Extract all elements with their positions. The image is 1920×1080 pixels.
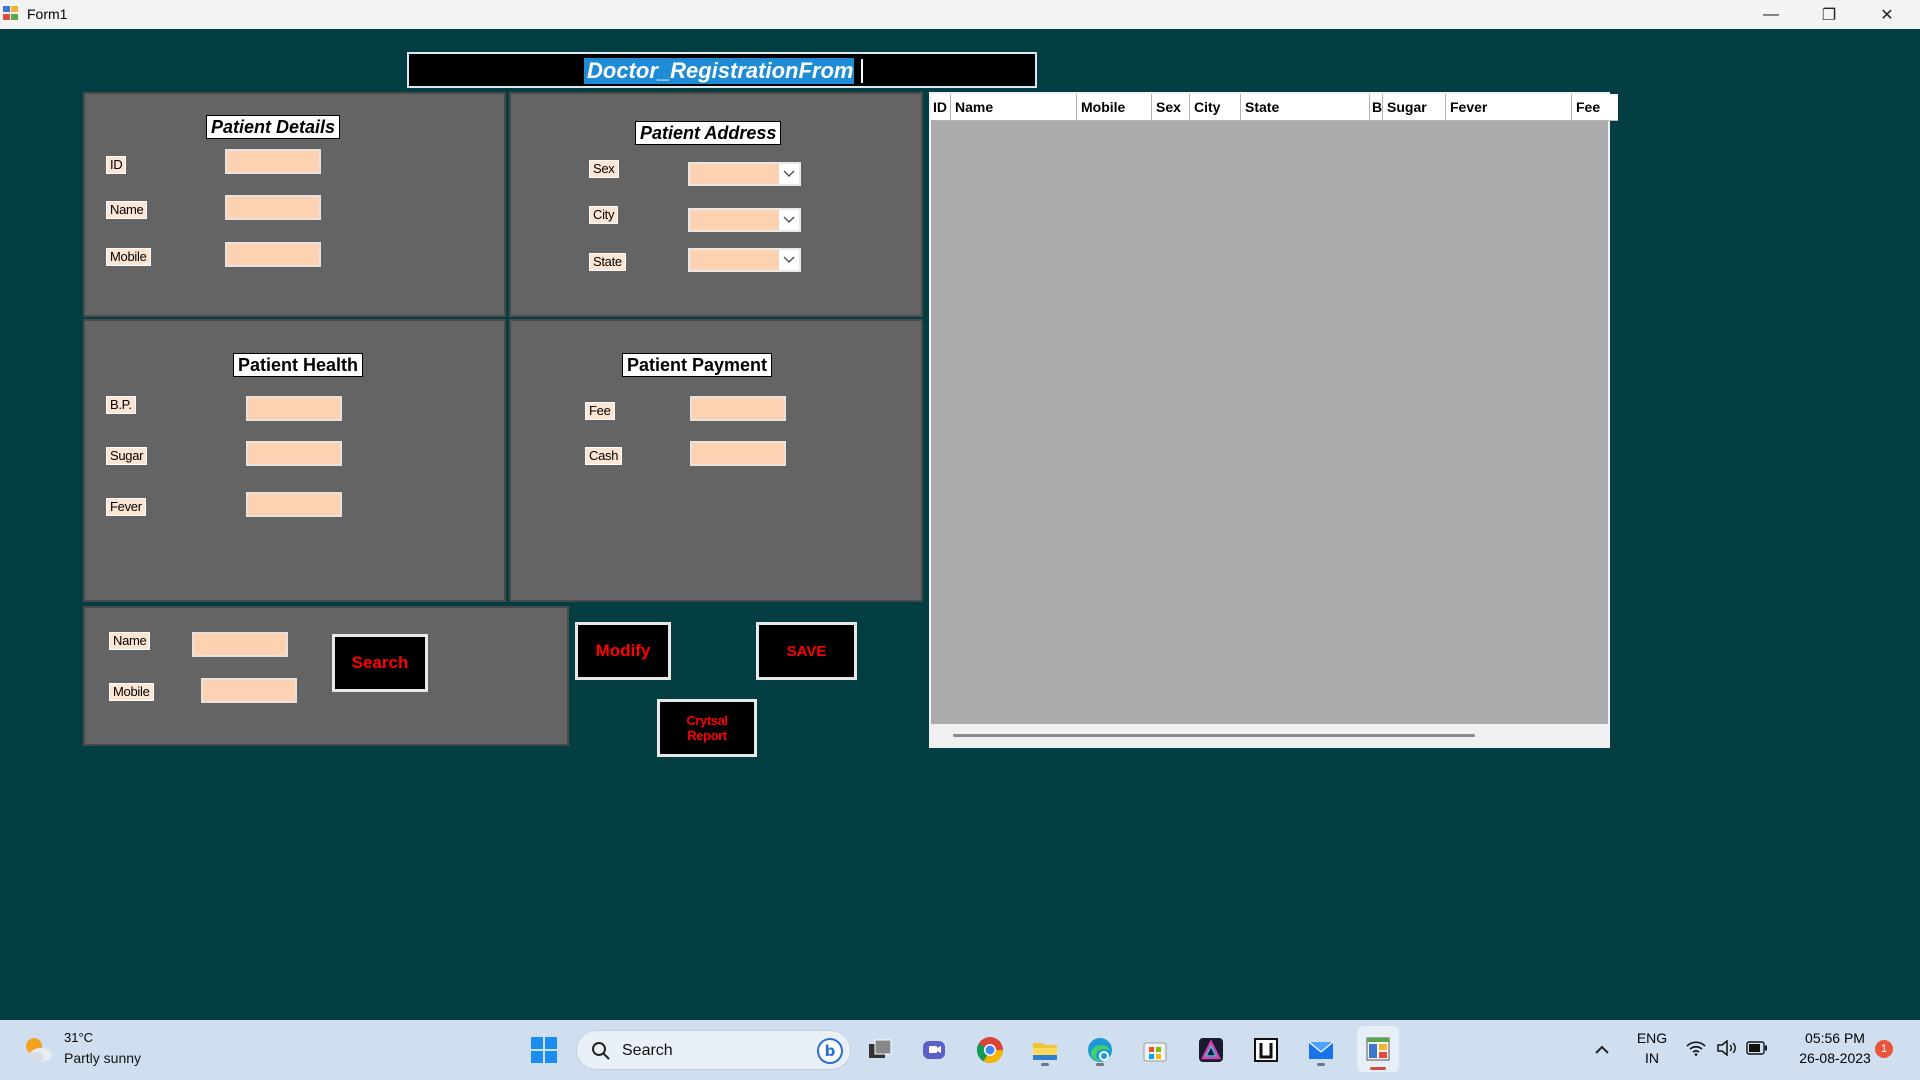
patient-payment-title: Patient Payment: [622, 353, 773, 377]
sugar-input[interactable]: [246, 441, 342, 466]
chevron-down-icon[interactable]: [779, 250, 799, 270]
bp-label: B.P.: [106, 396, 136, 414]
city-label: City: [589, 206, 619, 224]
restore-button[interactable]: ❐: [1800, 0, 1858, 29]
affinity-icon[interactable]: [1193, 1032, 1229, 1068]
mobile-label: Mobile: [106, 248, 151, 266]
search-placeholder: Search: [622, 1042, 673, 1059]
state-label: State: [589, 253, 626, 271]
id-input[interactable]: [225, 149, 321, 174]
start-icon[interactable]: [526, 1032, 562, 1068]
window-title: Form1: [27, 6, 68, 22]
weather-icon[interactable]: [22, 1034, 54, 1066]
winforms-app-icon[interactable]: [1357, 1026, 1399, 1072]
scrollbar-thumb[interactable]: [953, 734, 1475, 737]
patient-health-title: Patient Health: [233, 353, 364, 377]
column-header-fee[interactable]: Fee: [1572, 94, 1618, 121]
taskbar: 31°C Partly sunny Search b ENG IN 05:56 …: [0, 1020, 1920, 1080]
column-header-name[interactable]: Name: [951, 94, 1077, 121]
teams-icon[interactable]: [916, 1032, 952, 1068]
edge-icon[interactable]: [1082, 1032, 1118, 1068]
sex-label: Sex: [589, 160, 619, 178]
fee-input[interactable]: [690, 396, 786, 421]
bing-icon[interactable]: b: [817, 1038, 843, 1064]
column-header-id[interactable]: ID: [931, 94, 951, 121]
search-mobile-label: Mobile: [109, 683, 154, 701]
running-indicator: [1041, 1063, 1049, 1066]
chevron-down-icon[interactable]: [779, 210, 799, 230]
modify-button[interactable]: Modify: [575, 622, 671, 680]
bp-input[interactable]: [246, 396, 342, 421]
search-panel: Name Mobile Search: [83, 606, 569, 746]
app-icon: [3, 6, 19, 21]
form-heading-textbox[interactable]: Doctor_RegistrationFrom: [407, 52, 1037, 88]
svg-text:b: b: [825, 1042, 836, 1060]
region-indicator[interactable]: IN: [1634, 1050, 1670, 1066]
window-titlebar: Form1 — ❐ ✕: [0, 0, 1920, 29]
patient-details-panel: Patient Details ID Name Mobile: [83, 92, 506, 317]
cash-label: Cash: [585, 447, 623, 465]
file-explorer-icon[interactable]: [1027, 1032, 1063, 1068]
search-button[interactable]: Search: [332, 634, 428, 692]
search-name-input[interactable]: [192, 632, 288, 657]
column-header-city[interactable]: City: [1190, 94, 1241, 121]
patient-details-title: Patient Details: [206, 115, 341, 139]
cash-input[interactable]: [690, 441, 786, 466]
fever-label: Fever: [106, 498, 146, 516]
patient-payment-panel: Patient Payment Fee Cash: [509, 319, 923, 602]
volume-icon[interactable]: [1716, 1040, 1738, 1056]
save-button[interactable]: SAVE: [756, 622, 857, 680]
minimize-button[interactable]: —: [1742, 0, 1800, 29]
chevron-down-icon[interactable]: [779, 164, 799, 184]
taskbar-search-box[interactable]: Search b: [576, 1030, 851, 1070]
language-indicator[interactable]: ENG: [1634, 1030, 1670, 1046]
task-view-icon[interactable]: [862, 1032, 898, 1068]
search-name-label: Name: [109, 632, 151, 650]
patient-address-panel: Patient Address Sex City State: [509, 92, 923, 317]
fever-input[interactable]: [246, 492, 342, 517]
wifi-icon[interactable]: [1686, 1040, 1706, 1056]
patients-data-grid[interactable]: ID Name Mobile Sex City State BP Sugar F…: [929, 92, 1618, 748]
grid-horizontal-scrollbar[interactable]: [931, 724, 1608, 746]
state-combobox[interactable]: [688, 248, 801, 272]
running-indicator: [1096, 1063, 1104, 1066]
search-mobile-input[interactable]: [201, 678, 297, 703]
chevron-up-icon[interactable]: [1584, 1032, 1620, 1068]
chrome-icon[interactable]: [972, 1032, 1008, 1068]
battery-icon[interactable]: [1746, 1041, 1768, 1055]
fee-label: Fee: [585, 402, 615, 420]
name-label: Name: [106, 201, 148, 219]
active-indicator: [1370, 1067, 1386, 1070]
running-indicator: [1317, 1063, 1325, 1066]
id-label: ID: [106, 156, 127, 174]
weather-description[interactable]: Partly sunny: [64, 1050, 141, 1066]
patient-health-panel: Patient Health B.P. Sugar Fever: [83, 319, 506, 602]
column-header-mobile[interactable]: Mobile: [1077, 94, 1152, 121]
clock-time[interactable]: 05:56 PM: [1790, 1030, 1880, 1046]
city-combobox[interactable]: [688, 208, 801, 232]
column-header-bp[interactable]: BP: [1370, 94, 1383, 121]
sugar-label: Sugar: [106, 447, 148, 465]
clock-date[interactable]: 26-08-2023: [1785, 1050, 1885, 1066]
app-icon[interactable]: [1248, 1032, 1284, 1068]
store-icon[interactable]: [1137, 1032, 1173, 1068]
sex-combobox[interactable]: [688, 162, 801, 186]
text-caret: [861, 59, 863, 83]
close-button[interactable]: ✕: [1858, 0, 1916, 29]
grid-header: ID Name Mobile Sex City State BP Sugar F…: [931, 94, 1618, 121]
column-header-state[interactable]: State: [1241, 94, 1370, 121]
weather-temperature[interactable]: 31°C: [64, 1030, 93, 1045]
column-header-sugar[interactable]: Sugar: [1383, 94, 1446, 121]
crystal-report-button[interactable]: Crytsal Report: [657, 699, 757, 757]
name-input[interactable]: [225, 195, 321, 220]
mail-icon[interactable]: [1303, 1032, 1339, 1068]
column-header-sex[interactable]: Sex: [1152, 94, 1190, 121]
column-header-fever[interactable]: Fever: [1446, 94, 1572, 121]
patient-address-title: Patient Address: [635, 121, 782, 145]
notification-badge[interactable]: 1: [1875, 1040, 1893, 1058]
form-heading-text: Doctor_RegistrationFrom: [584, 58, 855, 84]
mobile-input[interactable]: [225, 242, 321, 267]
search-icon: [592, 1042, 610, 1060]
